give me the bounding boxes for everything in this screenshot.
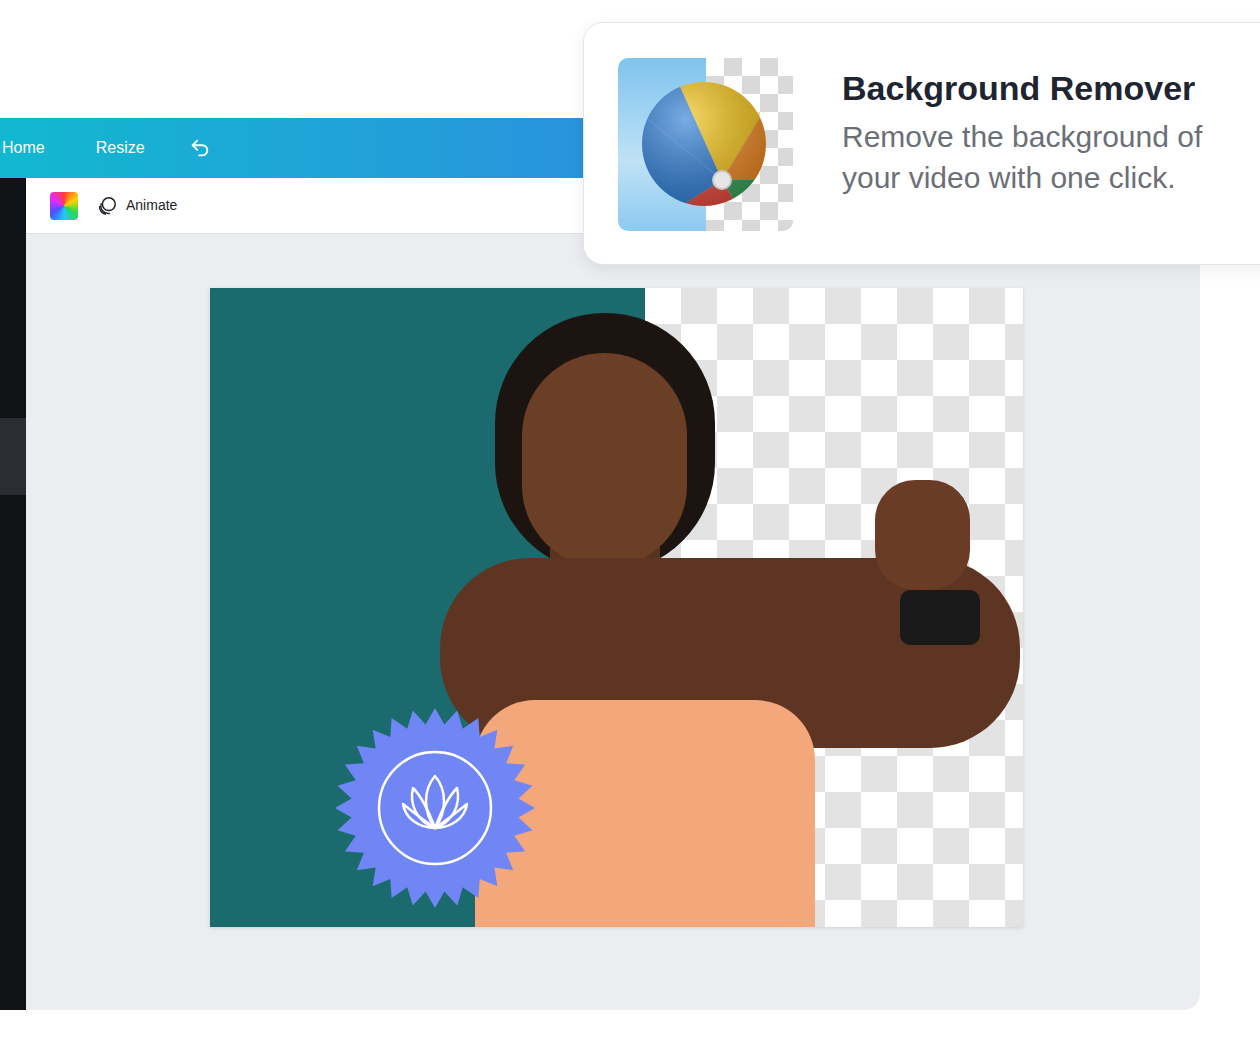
sidebar-panel[interactable]	[0, 418, 26, 495]
page: Home Resize Animate Background Remover Remov…	[0, 0, 1260, 1060]
color-swatch-icon[interactable]	[50, 192, 78, 220]
animate-icon	[96, 195, 118, 217]
feature-title: Background Remover	[842, 66, 1202, 110]
design-card[interactable]	[210, 288, 1023, 927]
feature-thumbnail	[618, 58, 793, 231]
left-sidebar	[0, 178, 26, 1010]
undo-icon[interactable]	[189, 137, 211, 159]
editor-body: Animate	[0, 178, 1200, 1010]
animate-button[interactable]: Animate	[96, 195, 177, 217]
feature-popup[interactable]: Background Remover Remove the background …	[583, 22, 1260, 265]
feature-description: Remove the background ofyour video with …	[842, 116, 1202, 198]
lotus-badge-icon[interactable]	[335, 708, 535, 908]
feature-text: Background Remover Remove the background …	[842, 58, 1202, 198]
workspace: Animate	[26, 178, 1200, 1010]
beach-ball-icon	[618, 58, 793, 231]
top-bar-item[interactable]: Resize	[96, 136, 145, 160]
top-bar-item[interactable]: Home	[2, 136, 45, 160]
canvas-area	[26, 234, 1200, 1010]
photo-person[interactable]	[210, 288, 1023, 927]
